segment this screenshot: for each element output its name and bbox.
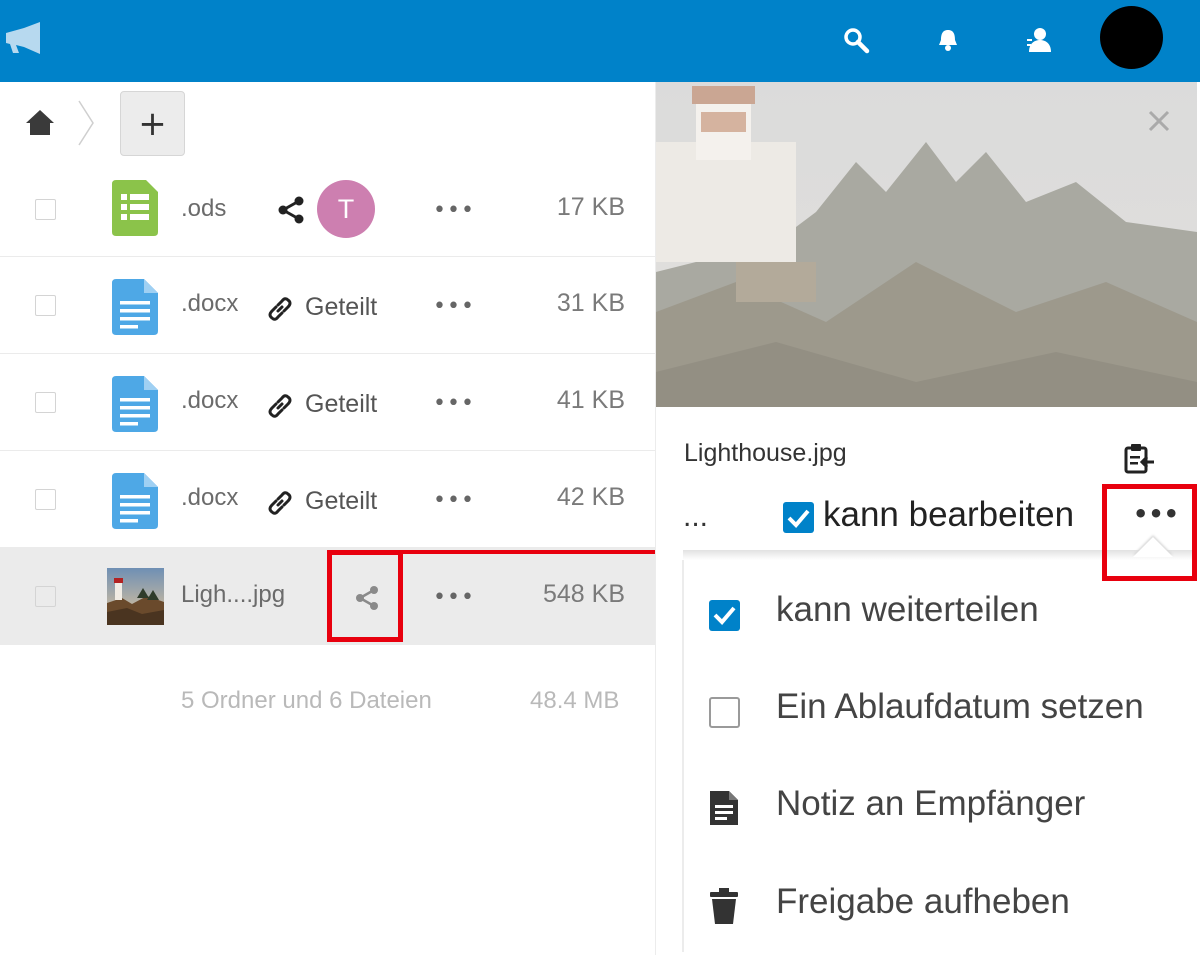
share-status-label[interactable]: Geteilt bbox=[305, 487, 377, 516]
file-actions-icon[interactable]: ••• bbox=[433, 585, 475, 610]
file-name[interactable]: Ligh....jpg bbox=[181, 581, 285, 609]
select-checkbox[interactable] bbox=[35, 586, 56, 607]
document-icon bbox=[112, 279, 158, 335]
file-count-summary: 5 Ordner und 6 Dateien bbox=[181, 687, 432, 714]
file-size: 17 KB bbox=[556, 193, 625, 221]
select-checkbox[interactable] bbox=[35, 295, 56, 316]
menu-item-unshare[interactable]: Freigabe aufheben bbox=[704, 874, 1184, 934]
breadcrumb-separator-icon bbox=[78, 100, 94, 146]
file-size: 548 KB bbox=[542, 580, 625, 608]
file-name[interactable]: .ods bbox=[181, 195, 226, 223]
menu-item-set-expiration[interactable]: Ein Ablaufdatum setzen bbox=[704, 679, 1184, 739]
share-status-label[interactable]: Geteilt bbox=[305, 293, 377, 322]
contacts-icon[interactable] bbox=[1021, 22, 1057, 58]
share-more-menu-icon[interactable]: ••• bbox=[1133, 500, 1179, 528]
lighthouse-thumbnail bbox=[107, 568, 164, 625]
file-name[interactable]: .docx bbox=[181, 290, 238, 318]
select-checkbox[interactable] bbox=[35, 199, 56, 220]
can-edit-label[interactable]: kann bearbeiten bbox=[823, 495, 1074, 535]
file-actions-icon[interactable]: ••• bbox=[433, 294, 475, 319]
total-size: 48.4 MB bbox=[530, 687, 620, 714]
select-checkbox[interactable] bbox=[35, 489, 56, 510]
sidebar-file-name: Lighthouse.jpg bbox=[684, 439, 847, 467]
file-actions-icon[interactable]: ••• bbox=[433, 391, 475, 416]
file-row[interactable]: .docx Geteilt ••• 42 KB bbox=[0, 451, 655, 548]
menu-item-label: Freigabe aufheben bbox=[776, 882, 1070, 921]
spreadsheet-icon bbox=[112, 180, 158, 236]
menu-item-note-to-recipient[interactable]: Notiz an Empfänger bbox=[704, 776, 1184, 836]
file-name[interactable]: .docx bbox=[181, 387, 238, 415]
share-icon[interactable] bbox=[276, 195, 306, 225]
close-icon[interactable] bbox=[1144, 106, 1174, 136]
file-row[interactable]: .docx Geteilt ••• 41 KB bbox=[0, 354, 655, 451]
home-icon[interactable] bbox=[24, 106, 56, 138]
link-icon[interactable] bbox=[266, 392, 294, 420]
file-row[interactable]: .ods T ••• 17 KB bbox=[0, 160, 655, 257]
select-checkbox[interactable] bbox=[35, 392, 56, 413]
sharing-sidebar: Lighthouse.jpg ... kann bearbeiten ••• k… bbox=[655, 82, 1200, 955]
share-status-label[interactable]: Geteilt bbox=[305, 390, 377, 419]
share-avatar[interactable]: T bbox=[317, 180, 375, 238]
checkbox-checked-icon[interactable] bbox=[704, 594, 744, 634]
user-avatar[interactable] bbox=[1100, 6, 1163, 69]
lighthouse-preview-image bbox=[656, 82, 1197, 407]
link-icon[interactable] bbox=[266, 489, 294, 517]
file-size: 41 KB bbox=[556, 386, 625, 414]
document-icon bbox=[112, 473, 158, 529]
menu-item-can-reshare[interactable]: kann weiterteilen bbox=[704, 582, 1184, 642]
menu-item-label: kann weiterteilen bbox=[776, 590, 1039, 629]
note-icon bbox=[710, 791, 738, 825]
file-row[interactable]: .docx Geteilt ••• 31 KB bbox=[0, 257, 655, 354]
highlight-arrow-stem bbox=[398, 550, 402, 564]
menu-divider bbox=[683, 550, 1197, 560]
new-file-button[interactable]: + bbox=[120, 91, 185, 156]
file-size: 31 KB bbox=[556, 289, 625, 317]
link-icon[interactable] bbox=[266, 295, 294, 323]
file-actions-icon[interactable]: ••• bbox=[433, 198, 475, 223]
menu-caret bbox=[1133, 537, 1173, 557]
can-edit-checkbox[interactable] bbox=[783, 502, 814, 533]
highlight-arrow bbox=[400, 542, 685, 562]
bell-icon[interactable] bbox=[930, 22, 966, 58]
menu-item-label: Ein Ablaufdatum setzen bbox=[776, 687, 1144, 726]
menu-left-border bbox=[682, 560, 684, 952]
checkbox-empty-icon[interactable] bbox=[704, 691, 744, 731]
document-icon bbox=[112, 376, 158, 432]
megaphone-icon[interactable] bbox=[2, 20, 42, 56]
share-recipient-name: ... bbox=[683, 500, 709, 533]
clipboard-icon[interactable] bbox=[1121, 442, 1155, 476]
file-size: 42 KB bbox=[556, 483, 625, 511]
file-actions-icon[interactable]: ••• bbox=[433, 488, 475, 513]
share-icon[interactable] bbox=[353, 584, 381, 612]
search-icon[interactable] bbox=[838, 22, 874, 58]
file-name[interactable]: .docx bbox=[181, 484, 238, 512]
top-bar bbox=[0, 0, 1200, 82]
trash-icon bbox=[710, 888, 738, 924]
menu-item-label: Notiz an Empfänger bbox=[776, 784, 1086, 823]
